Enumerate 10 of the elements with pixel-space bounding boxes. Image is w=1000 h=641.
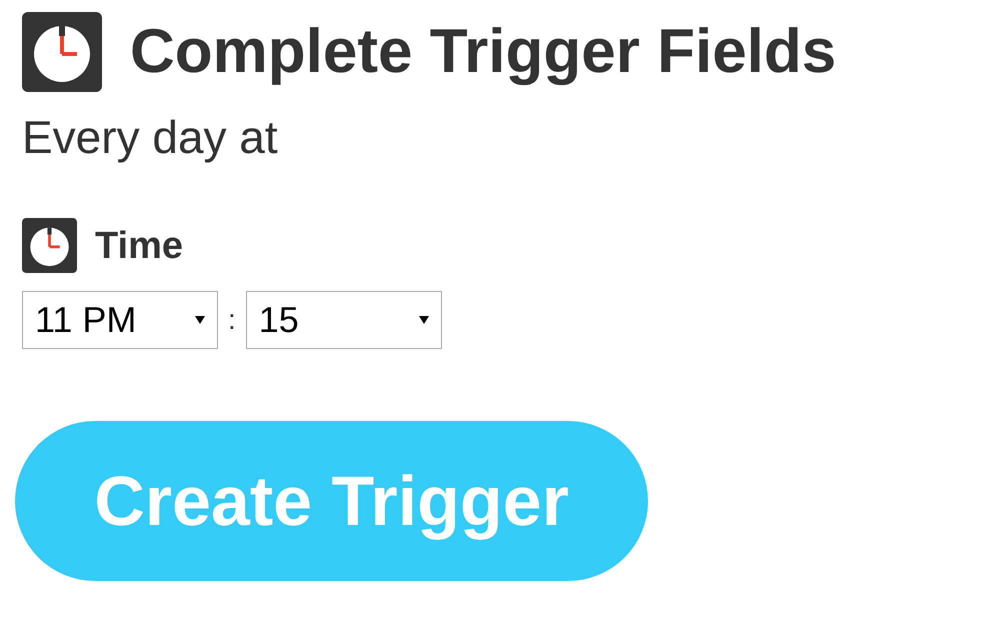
clock-icon (22, 12, 102, 92)
caret-icon (418, 316, 429, 324)
field-label: Time (95, 226, 184, 264)
caret-icon (195, 316, 205, 324)
page-title: Complete Trigger Fields (130, 21, 836, 83)
time-separator: : (228, 303, 236, 337)
minute-select[interactable]: 15 (246, 291, 442, 349)
trigger-description: Every day at (22, 114, 279, 160)
clock-icon (22, 218, 77, 273)
hour-select[interactable]: 11 PM (22, 291, 218, 349)
